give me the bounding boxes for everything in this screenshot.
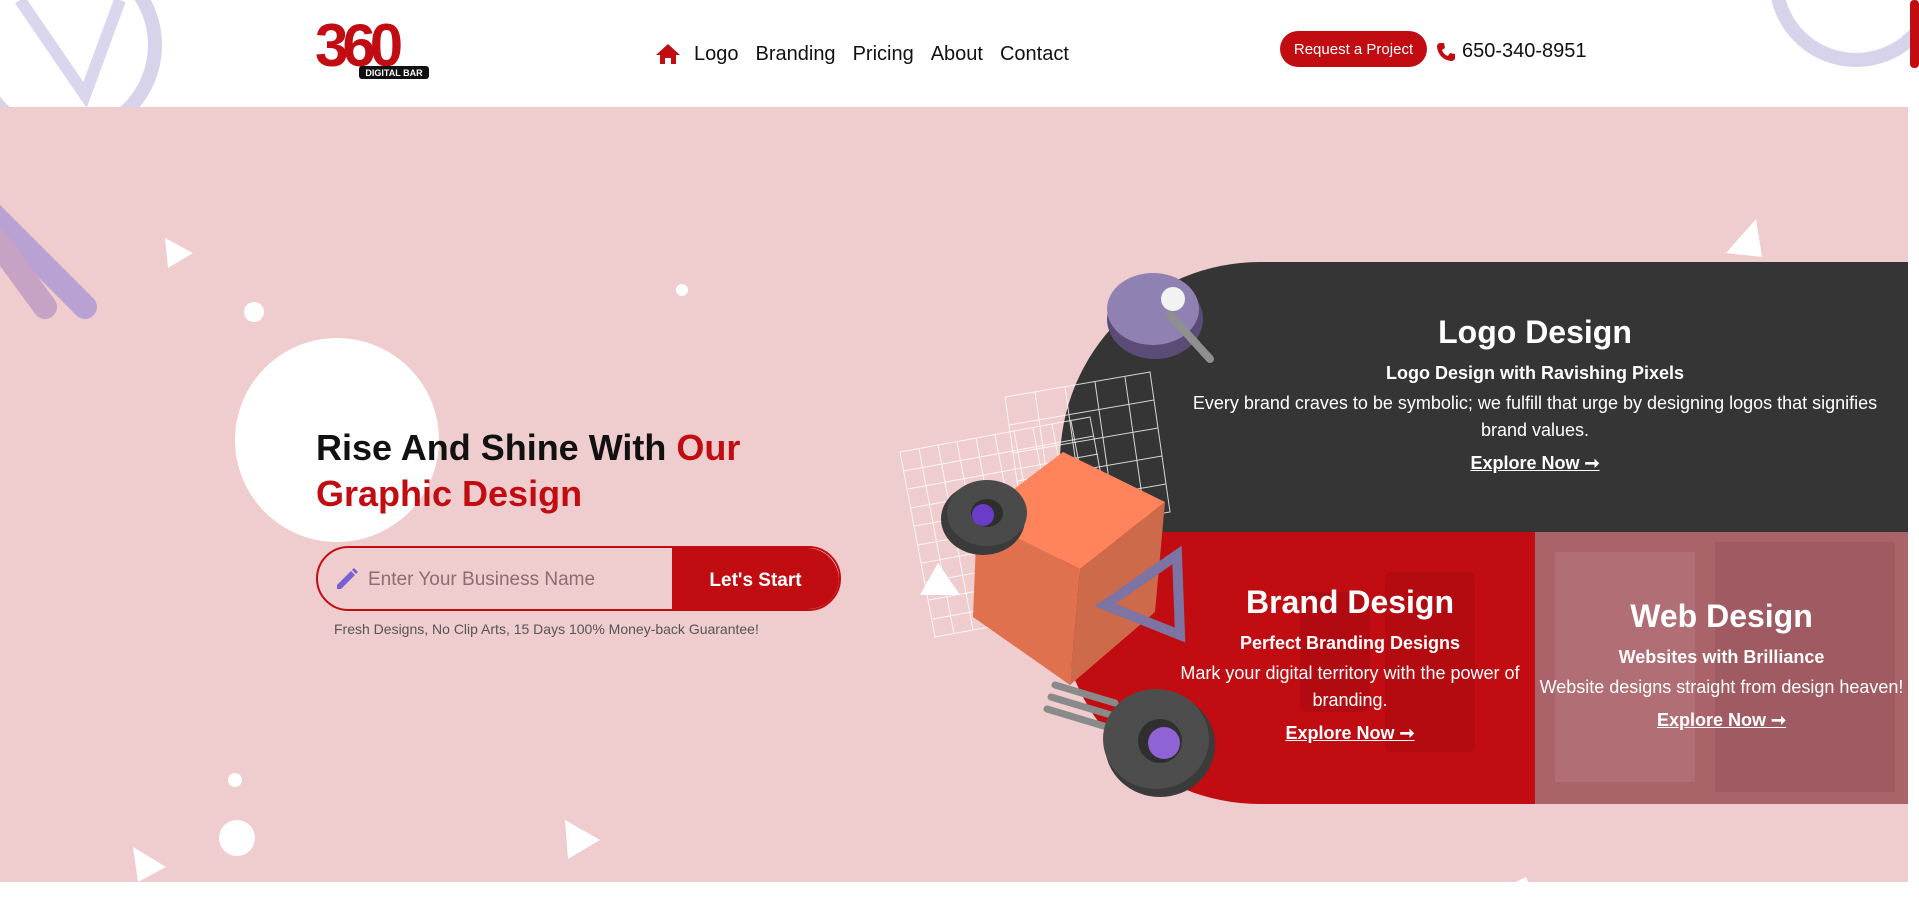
- guarantee-text: Fresh Designs, No Clip Arts, 15 Days 100…: [334, 621, 759, 637]
- nav-about[interactable]: About: [931, 43, 983, 66]
- nav-pricing[interactable]: Pricing: [853, 43, 914, 66]
- site-header: 360 DIGITAL BAR Logo Branding Pricing Ab…: [0, 0, 1919, 130]
- svg-text:DIGITAL BAR: DIGITAL BAR: [365, 68, 423, 78]
- 3d-ring-illustration: [1103, 689, 1215, 797]
- logo-design-text: Every brand craves to be symbolic; we fu…: [1192, 393, 1878, 440]
- phone-link[interactable]: 650-340-8951: [1436, 40, 1587, 63]
- web-design-card: Web Design Websites with Brilliance Webs…: [1535, 532, 1908, 804]
- logo-explore-link[interactable]: Explore Now ➞: [1470, 453, 1599, 474]
- home-icon[interactable]: [655, 40, 685, 68]
- hero-title: Rise And Shine With Our Graphic Design: [316, 427, 741, 514]
- lets-start-button[interactable]: Let's Start: [672, 548, 839, 609]
- 3d-shapes-illustration: [899, 273, 1214, 731]
- logo-design-title: Logo Design: [1438, 314, 1632, 350]
- logo-design-subtitle: Logo Design with Ravishing Pixels: [1385, 363, 1685, 383]
- web-design-text: Website designs straight from design hea…: [1539, 677, 1904, 697]
- business-name-form: Let's Start: [316, 546, 841, 611]
- hero-section: Rise And Shine With Our Graphic Design L…: [0, 107, 1908, 882]
- web-explore-link[interactable]: Explore Now ➞: [1657, 710, 1786, 731]
- phone-icon: [1437, 42, 1455, 61]
- page: 360 DIGITAL BAR Logo Branding Pricing Ab…: [0, 0, 1919, 906]
- pencil-icon: [337, 568, 358, 589]
- web-design-title: Web Design: [1630, 598, 1813, 634]
- logo-icon: 360 DIGITAL BAR: [315, 12, 429, 79]
- site-logo[interactable]: 360 DIGITAL BAR: [315, 12, 433, 80]
- web-design-content: Web Design Websites with Brilliance Webs…: [1535, 598, 1908, 731]
- web-design-subtitle: Websites with Brilliance: [1618, 647, 1825, 667]
- nav-branding[interactable]: Branding: [756, 43, 836, 66]
- logo-design-content: Logo Design Logo Design with Ravishing P…: [1180, 314, 1890, 474]
- business-name-input[interactable]: [366, 556, 670, 604]
- decorative-ring-icon: [1771, 0, 1910, 67]
- scroll-indicator: [1910, 0, 1919, 68]
- main-nav: Logo Branding Pricing About Contact: [655, 40, 1086, 68]
- nav-contact[interactable]: Contact: [1000, 43, 1069, 66]
- phone-number: 650-340-8951: [1462, 40, 1587, 62]
- request-project-button[interactable]: Request a Project: [1280, 31, 1427, 67]
- brand-explore-link[interactable]: Explore Now ➞: [1285, 723, 1414, 744]
- nav-logo[interactable]: Logo: [694, 43, 739, 66]
